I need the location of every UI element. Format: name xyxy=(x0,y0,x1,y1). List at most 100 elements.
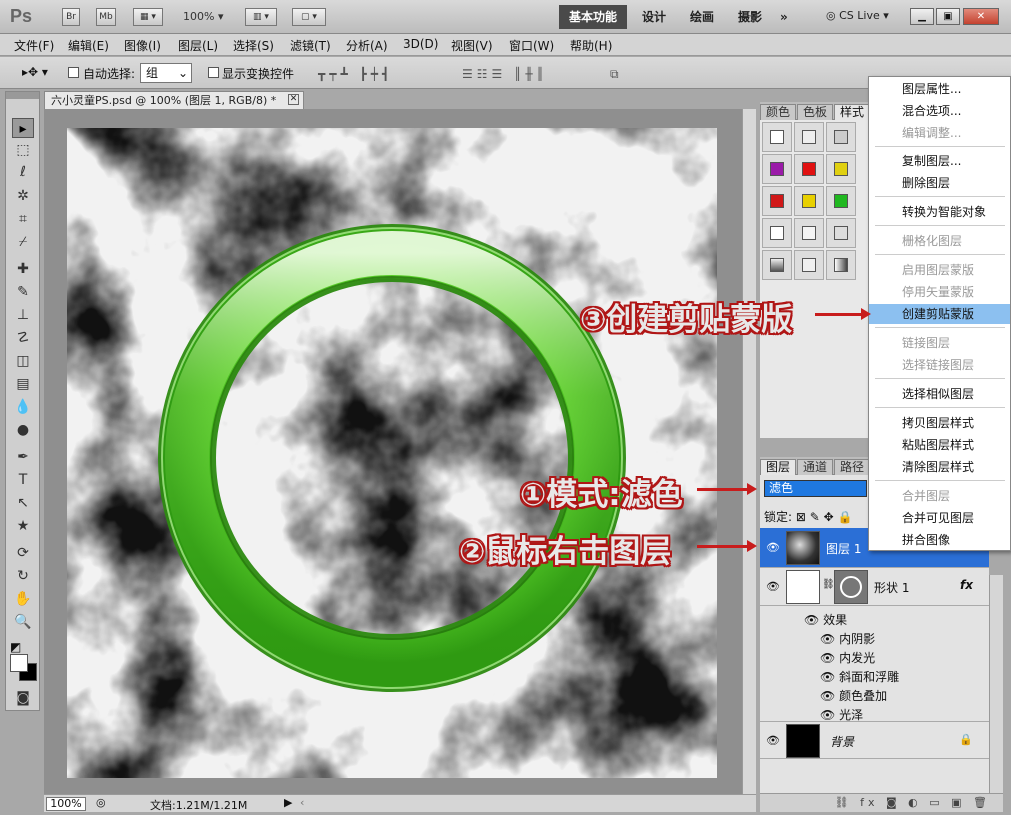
menu-window[interactable]: 窗口(W) xyxy=(509,37,554,54)
menu-item-select-similar-layers[interactable]: 选择相似图层 xyxy=(869,384,1010,404)
show-transform-checkbox[interactable] xyxy=(208,67,219,78)
workspace-painting[interactable]: 绘画 xyxy=(690,5,714,29)
menu-edit[interactable]: 编辑(E) xyxy=(68,37,109,54)
visibility-eye-icon[interactable]: 👁 xyxy=(766,580,780,593)
layers-scrollbar[interactable] xyxy=(989,575,1003,793)
style-swatch[interactable] xyxy=(826,154,856,184)
auto-select-dropdown[interactable]: 组 ⌄ xyxy=(140,63,192,83)
eraser-tool-icon[interactable]: ◫ xyxy=(12,351,34,371)
menu-image[interactable]: 图像(I) xyxy=(124,37,161,54)
menu-filter[interactable]: 滤镜(T) xyxy=(290,37,331,54)
3d-orbit-tool-icon[interactable]: ↻ xyxy=(12,566,34,586)
tab-swatches[interactable]: 色板 xyxy=(797,104,834,120)
layer-row-shape1[interactable]: 👁 ⛓ 形状 1 fx xyxy=(760,568,989,606)
close-icon[interactable]: ✕ xyxy=(288,94,299,105)
document-tab[interactable]: 六小灵童PS.psd @ 100% (图层 1, RGB/8) * ✕ xyxy=(44,91,304,109)
style-swatch[interactable] xyxy=(794,122,824,152)
zoom-tool-icon[interactable]: 🔍 xyxy=(12,612,34,632)
image-canvas[interactable] xyxy=(67,128,717,778)
screen-mode-button[interactable]: ▢ ▾ xyxy=(292,8,326,26)
menu-item-clear-layer-style[interactable]: 清除图层样式 xyxy=(869,457,1010,477)
crop-tool-icon[interactable]: ⌗ xyxy=(12,209,34,229)
visibility-eye-icon[interactable]: 👁 xyxy=(820,689,835,703)
status-menu-arrow-icon[interactable]: ▶ xyxy=(284,796,292,809)
bridge-button[interactable]: Br xyxy=(62,8,80,26)
style-swatch[interactable] xyxy=(762,218,792,248)
maximize-button[interactable]: ▣ xyxy=(936,8,960,25)
visibility-eye-icon[interactable]: 👁 xyxy=(766,734,780,747)
menu-item-copy-layer-style[interactable]: 拷贝图层样式 xyxy=(869,413,1010,433)
hand-tool-icon[interactable]: ✋ xyxy=(12,589,34,609)
healing-brush-icon[interactable]: ✚ xyxy=(12,259,34,279)
visibility-eye-icon[interactable]: 👁 xyxy=(820,708,835,722)
move-tool-icon[interactable]: ▸ xyxy=(12,118,34,138)
tab-paths[interactable]: 路径 xyxy=(834,459,870,475)
brush-tool-icon[interactable]: ✎ xyxy=(12,282,34,302)
menu-help[interactable]: 帮助(H) xyxy=(570,37,612,54)
style-swatch[interactable] xyxy=(762,250,792,280)
eyedropper-tool-icon[interactable]: ⌿ xyxy=(12,232,34,252)
effect-item[interactable]: 👁 颜色叠加 xyxy=(820,687,887,704)
menu-item-convert-smart-object[interactable]: 转换为智能对象 xyxy=(869,202,1010,222)
style-swatch[interactable] xyxy=(762,154,792,184)
blend-mode-select[interactable]: 滤色 xyxy=(764,480,867,497)
scroll-left-icon[interactable]: ‹ xyxy=(300,796,304,809)
visibility-eye-icon[interactable]: 👁 xyxy=(820,670,835,684)
lock-pixels-icon[interactable]: ✎ xyxy=(810,510,820,524)
view-extras-button[interactable]: ▦ ▾ xyxy=(133,8,163,26)
menu-file[interactable]: 文件(F) xyxy=(14,37,54,54)
style-swatch[interactable] xyxy=(826,218,856,248)
auto-select-checkbox[interactable] xyxy=(68,67,79,78)
workspace-photography[interactable]: 摄影 xyxy=(738,5,762,29)
visibility-eye-icon[interactable]: 👁 xyxy=(820,632,835,646)
blur-tool-icon[interactable]: 💧 xyxy=(12,397,34,417)
zoom-level-select[interactable]: 100% ▾ xyxy=(183,10,223,23)
distribute-icons[interactable]: ☰☷☰ ║╫║ xyxy=(462,67,548,81)
lock-position-icon[interactable]: ✥ xyxy=(824,510,834,524)
effect-item[interactable]: 👁 内发光 xyxy=(820,649,875,666)
move-tool-preset-icon[interactable]: ▸✥ ▾ xyxy=(22,65,48,79)
status-info-icon[interactable]: ◎ xyxy=(96,796,106,809)
tab-color[interactable]: 颜色 xyxy=(760,104,797,120)
menu-item-flatten-image[interactable]: 拼合图像 xyxy=(869,530,1010,550)
menu-item-paste-layer-style[interactable]: 粘贴图层样式 xyxy=(869,435,1010,455)
default-colors-icon[interactable]: ◩ xyxy=(10,640,21,654)
style-swatch[interactable] xyxy=(762,122,792,152)
style-swatch[interactable] xyxy=(826,122,856,152)
menu-item-delete-layer[interactable]: 删除图层 xyxy=(869,173,1010,193)
menu-view[interactable]: 视图(V) xyxy=(451,37,493,54)
menu-3d[interactable]: 3D(D) xyxy=(403,37,438,51)
quick-select-tool-icon[interactable]: ✲ xyxy=(12,186,34,206)
visibility-eye-icon[interactable]: 👁 xyxy=(766,541,780,554)
effect-item[interactable]: 👁 内阴影 xyxy=(820,630,875,647)
type-tool-icon[interactable]: T xyxy=(12,470,34,490)
style-swatch[interactable] xyxy=(794,186,824,216)
mini-bridge-button[interactable]: Mb xyxy=(96,8,116,26)
lock-all-icon[interactable]: 🔒 xyxy=(838,510,853,524)
close-button[interactable]: ✕ xyxy=(963,8,999,25)
menu-item-create-clipping-mask[interactable]: 创建剪贴蒙版 xyxy=(869,304,1010,324)
menu-item-layer-properties[interactable]: 图层属性... xyxy=(869,79,1010,99)
status-zoom-field[interactable]: 100% xyxy=(46,797,86,811)
menu-layer[interactable]: 图层(L) xyxy=(178,37,218,54)
quick-mask-icon[interactable]: ◙ xyxy=(12,688,34,708)
menu-item-blending-options[interactable]: 混合选项... xyxy=(869,101,1010,121)
history-brush-icon[interactable]: ☡ xyxy=(12,328,34,348)
dodge-tool-icon[interactable]: ● xyxy=(12,420,34,440)
3d-rotate-tool-icon[interactable]: ⟳ xyxy=(12,543,34,563)
style-swatch[interactable] xyxy=(794,250,824,280)
minimize-button[interactable]: ▁ xyxy=(910,8,934,25)
pen-tool-icon[interactable]: ✒ xyxy=(12,447,34,467)
path-select-tool-icon[interactable]: ↖ xyxy=(12,493,34,513)
effect-item[interactable]: 👁 斜面和浮雕 xyxy=(820,668,899,685)
effects-header[interactable]: 👁 效果 xyxy=(804,611,847,628)
marquee-tool-icon[interactable]: ⬚ xyxy=(12,140,34,160)
foreground-color-swatch[interactable] xyxy=(10,654,28,672)
visibility-eye-icon[interactable]: 👁 xyxy=(820,651,835,665)
menu-item-duplicate-layer[interactable]: 复制图层... xyxy=(869,151,1010,171)
style-swatch[interactable] xyxy=(794,218,824,248)
fx-icon[interactable]: fx xyxy=(960,578,973,592)
style-swatch[interactable] xyxy=(794,154,824,184)
workspace-essentials[interactable]: 基本功能 xyxy=(559,5,627,29)
align-icons[interactable]: ┳┯┻ ┣┿┫ xyxy=(318,67,393,81)
